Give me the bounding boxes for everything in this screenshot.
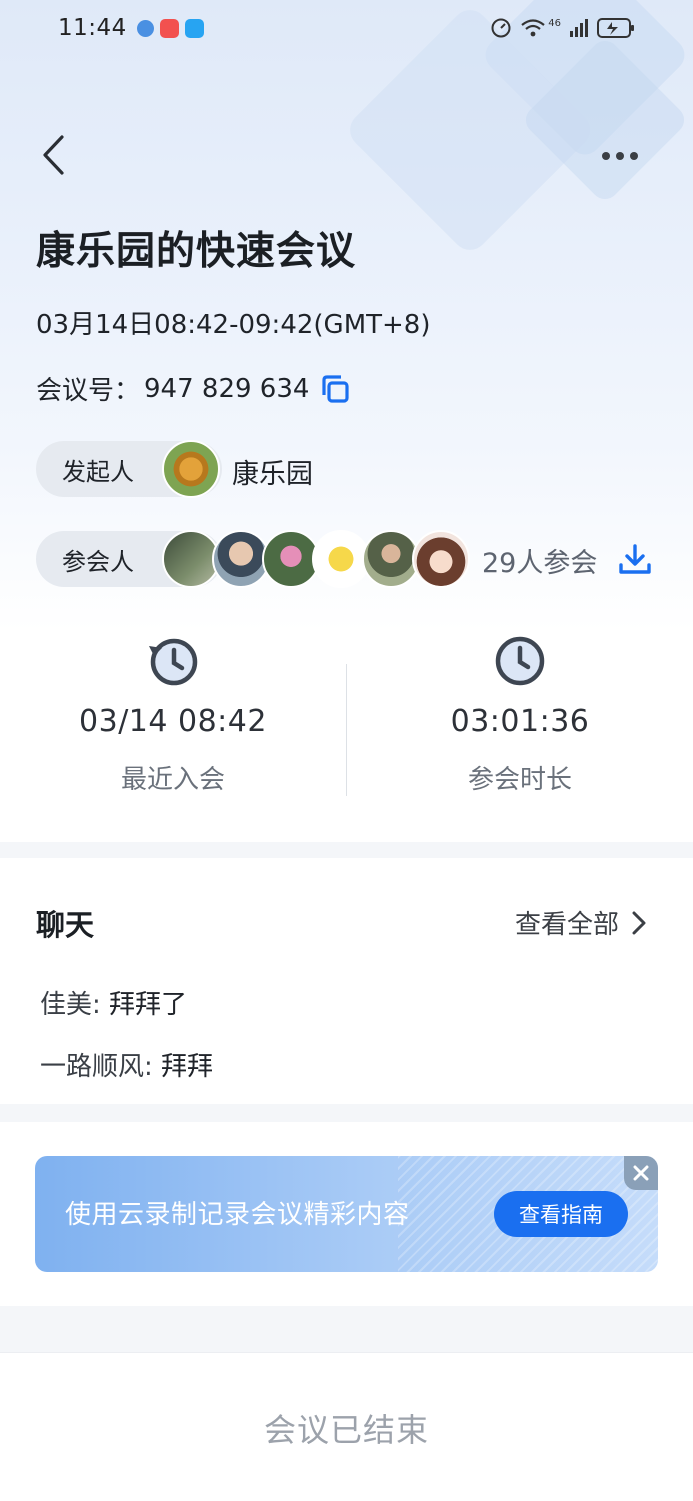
location-app-icon: [136, 19, 154, 37]
meeting-stats: 03/14 08:42 最近入会 03:01:36 参会时长: [0, 630, 693, 820]
chat-text: 拜拜了: [109, 990, 188, 1020]
stat-value: 03/14 08:42: [79, 704, 267, 739]
download-icon[interactable]: [618, 543, 652, 577]
meeting-number: 947 829 634: [144, 373, 310, 404]
stat-last-join: 03/14 08:42 最近入会: [0, 630, 346, 796]
chat-text: 拜拜: [161, 1052, 214, 1082]
wifi-icon: [521, 19, 545, 37]
copy-icon[interactable]: [319, 373, 351, 405]
chevron-left-icon: [43, 135, 64, 175]
host-label: 发起人: [62, 457, 134, 486]
battery-icon: [597, 18, 634, 38]
banner-text: 使用云录制记录会议精彩内容: [65, 1200, 410, 1230]
more-options-button[interactable]: [597, 140, 643, 172]
more-dot-icon: [630, 152, 638, 160]
footer-bar: 会议已结束: [0, 1352, 693, 1501]
view-all-label: 查看全部: [514, 910, 619, 940]
more-dot-icon: [602, 152, 610, 160]
chat-sender: 一路顺风:: [40, 1052, 153, 1082]
attendees-label: 参会人: [62, 547, 134, 576]
app-notification-icon: [159, 18, 179, 38]
chat-message: 一路顺风: 拜拜: [40, 1046, 213, 1083]
meeting-title: 康乐园的快速会议: [36, 229, 357, 274]
stat-label: 最近入会: [120, 765, 225, 795]
attendee-count[interactable]: 29人参会: [482, 541, 597, 580]
status-time: 11:44: [58, 15, 127, 41]
meeting-number-row: 会议号： 947 829 634: [36, 370, 351, 407]
history-clock-icon: [149, 638, 198, 686]
more-dot-icon: [616, 152, 624, 160]
host-avatar[interactable]: [162, 440, 220, 498]
close-icon: [633, 1165, 649, 1181]
meeting-ended-status: 会议已结束: [263, 1411, 429, 1449]
cloud-recording-banner[interactable]: 使用云录制记录会议精彩内容 查看指南: [35, 1156, 658, 1272]
back-button[interactable]: [30, 130, 76, 180]
chat-sender: 佳美:: [40, 990, 101, 1020]
banner-close-button[interactable]: [624, 1156, 658, 1190]
clock-icon: [495, 636, 545, 686]
chat-title: 聊天: [36, 902, 100, 944]
stat-value: 03:01:36: [450, 704, 590, 739]
speed-icon: [491, 18, 511, 38]
stat-label: 参会时长: [467, 765, 572, 795]
view-guide-button[interactable]: 查看指南: [494, 1191, 628, 1237]
banner-section: 使用云录制记录会议精彩内容 查看指南: [0, 1122, 693, 1306]
signal-icon: [570, 19, 588, 37]
view-all-chat-button[interactable]: 查看全部: [515, 904, 647, 941]
meeting-number-label: 会议号：: [36, 376, 141, 406]
host-name: 康乐园: [232, 459, 313, 490]
chat-title-text: 聊天: [36, 908, 95, 942]
network-type: 46: [548, 17, 561, 29]
chat-message: 佳美: 拜拜了: [40, 984, 187, 1021]
attendee-avatar[interactable]: [412, 530, 470, 588]
chevron-right-icon: [632, 911, 646, 934]
chat-section: 聊天 查看全部 佳美: 拜拜了 一路顺风: 拜拜: [0, 858, 693, 1104]
stat-duration: 03:01:36 参会时长: [347, 630, 693, 796]
meeting-datetime: 03月14日08:42-09:42(GMT+8): [36, 310, 431, 340]
search-app-icon: [184, 18, 204, 38]
status-bar: 11:44 46: [58, 12, 635, 44]
